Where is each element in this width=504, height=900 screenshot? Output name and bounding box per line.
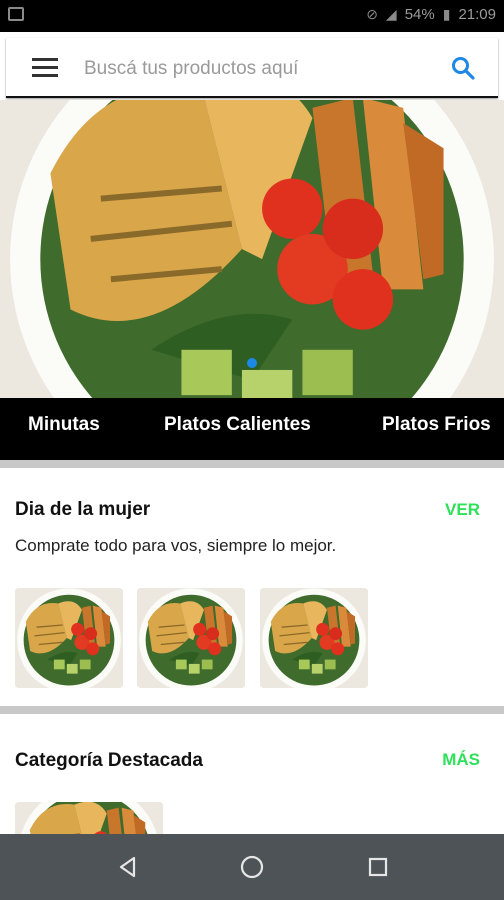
carousel-indicator xyxy=(247,358,257,368)
tab-minutas[interactable]: Minutas xyxy=(28,414,100,436)
signal-icon: ◢ xyxy=(385,6,397,22)
section-title-dia-mujer: Dia de la mujer xyxy=(15,499,151,520)
tab-platos-frios[interactable]: Platos Frios xyxy=(382,414,491,436)
tab-platos-calientes[interactable]: Platos Calientes xyxy=(164,414,311,436)
battery-icon: ▮ xyxy=(442,6,451,22)
back-icon[interactable] xyxy=(113,852,143,882)
menu-icon[interactable] xyxy=(32,58,58,78)
section-divider xyxy=(0,706,504,714)
hero-food-image xyxy=(0,100,504,398)
recents-icon[interactable] xyxy=(363,852,393,882)
system-nav-bar xyxy=(0,834,504,900)
battery-percent: 54% xyxy=(404,6,435,23)
search-bar xyxy=(6,38,498,98)
mas-button[interactable]: MÁS xyxy=(442,750,480,770)
home-icon[interactable] xyxy=(237,852,267,882)
mute-icon: ⊘ xyxy=(366,6,378,22)
product-thumbnail[interactable] xyxy=(260,588,368,688)
ver-button[interactable]: VER xyxy=(445,500,480,520)
hero-banner[interactable] xyxy=(0,100,504,398)
section-subtitle: Comprate todo para vos, siempre lo mejor… xyxy=(15,536,337,555)
product-thumbnail[interactable] xyxy=(15,588,123,688)
section-title-categoria-destacada: Categoría Destacada xyxy=(15,750,203,771)
product-thumbnail[interactable] xyxy=(137,588,245,688)
category-tabs: Minutas Platos Calientes Platos Frios xyxy=(0,398,504,460)
section-divider xyxy=(0,460,504,468)
search-icon[interactable] xyxy=(450,55,476,81)
clock: 21:09 xyxy=(458,6,496,23)
notification-icon xyxy=(8,7,24,21)
search-input[interactable] xyxy=(82,52,436,86)
status-bar: ⊘ ◢ 54% ▮ 21:09 xyxy=(0,0,504,32)
